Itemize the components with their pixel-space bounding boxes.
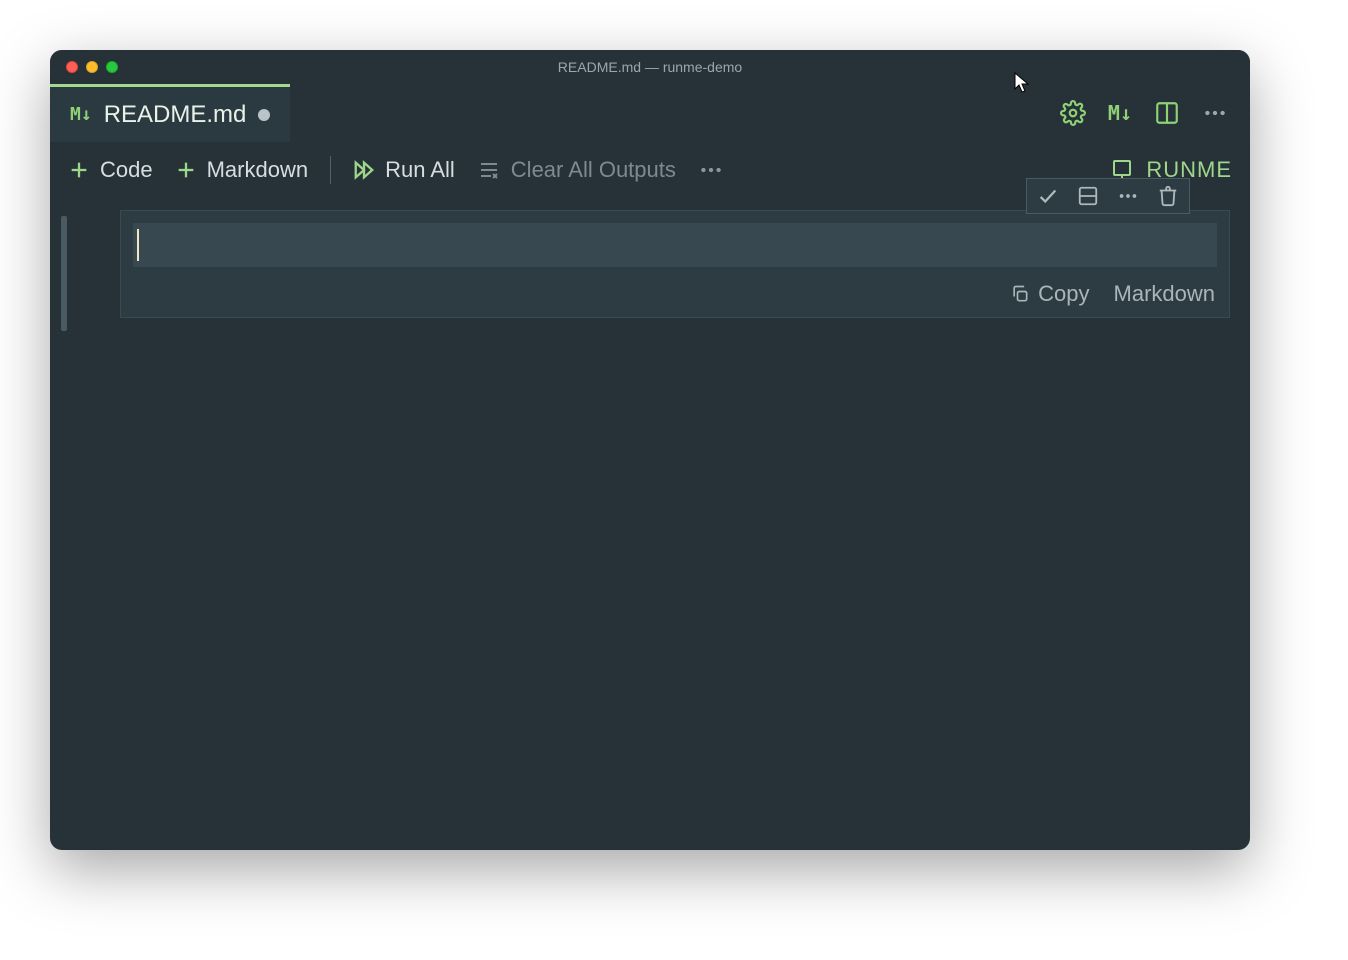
tabbar-actions: M↓ [1060, 84, 1250, 142]
tab-label: README.md [104, 101, 247, 129]
clear-all-outputs-button[interactable]: Clear All Outputs [477, 157, 676, 183]
markdown-cell[interactable]: Copy Markdown [120, 210, 1230, 318]
run-all-button[interactable]: Run All [353, 157, 455, 183]
markdown-file-icon: M↓ [70, 104, 92, 125]
cell-editor-input[interactable] [133, 223, 1217, 267]
run-all-label: Run All [385, 157, 455, 183]
traffic-lights [66, 61, 118, 73]
clear-all-outputs-label: Clear All Outputs [511, 157, 676, 183]
tab-bar: M↓ README.md M↓ [50, 84, 1250, 142]
add-markdown-label: Markdown [207, 157, 308, 183]
toolbar-separator [330, 156, 331, 184]
more-tab-actions-button[interactable] [1202, 100, 1228, 126]
cell-wrapper: Copy Markdown [120, 210, 1230, 318]
unsaved-dot-icon [258, 109, 270, 121]
settings-button[interactable] [1060, 100, 1086, 126]
split-cell-button[interactable] [1077, 185, 1099, 207]
open-markdown-preview-button[interactable]: M↓ [1108, 101, 1132, 125]
window-title: README.md — runme-demo [558, 59, 742, 75]
app-window: README.md — runme-demo M↓ README.md M↓ [50, 50, 1250, 850]
more-cell-actions-button[interactable] [1117, 185, 1139, 207]
notebook-editor: Copy Markdown [50, 198, 1250, 850]
more-toolbar-button[interactable] [698, 157, 724, 183]
copy-cell-button[interactable]: Copy [1010, 281, 1089, 307]
add-code-cell-button[interactable]: Code [68, 157, 153, 183]
add-code-label: Code [100, 157, 153, 183]
text-cursor [137, 229, 139, 261]
accept-cell-button[interactable] [1037, 185, 1059, 207]
close-window-button[interactable] [66, 61, 78, 73]
cell-footer: Copy Markdown [1010, 281, 1215, 307]
title-bar: README.md — runme-demo [50, 50, 1250, 84]
copy-label: Copy [1038, 281, 1089, 307]
minimize-window-button[interactable] [86, 61, 98, 73]
cell-gutter-indicator [61, 216, 67, 331]
add-markdown-cell-button[interactable]: Markdown [175, 157, 308, 183]
split-editor-button[interactable] [1154, 100, 1180, 126]
delete-cell-button[interactable] [1157, 185, 1179, 207]
cell-language-selector[interactable]: Markdown [1114, 281, 1215, 307]
fullscreen-window-button[interactable] [106, 61, 118, 73]
cell-toolbar [1026, 178, 1190, 214]
tab-readme[interactable]: M↓ README.md [50, 84, 290, 142]
